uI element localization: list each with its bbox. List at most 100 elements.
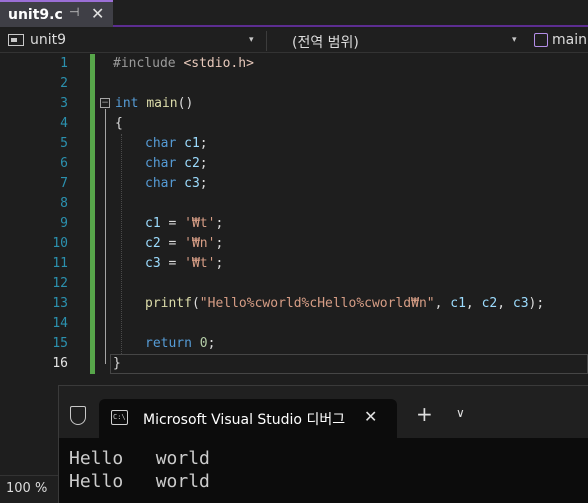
variable: c2 <box>145 236 161 251</box>
keyword: return <box>145 336 192 351</box>
line-number: 12 <box>52 276 68 291</box>
line-number: 7 <box>60 176 68 191</box>
document-tab-title: unit9.c <box>8 6 63 23</box>
navbar-divider <box>266 31 267 51</box>
code-line: #include <stdio.h> <box>113 54 254 74</box>
keyword: char <box>145 156 177 171</box>
punctuation: , <box>434 296 451 311</box>
preprocessor-directive: #include <box>113 56 184 71</box>
terminal-tab-title: Microsoft Visual Studio 디버그 <box>143 412 346 428</box>
char-literal: '₩t' <box>184 216 216 231</box>
keyword: char <box>145 136 177 151</box>
project-icon <box>8 34 24 46</box>
console-icon: C:\ <box>111 410 128 425</box>
close-icon[interactable]: ✕ <box>364 407 377 426</box>
punctuation: ; <box>199 176 208 191</box>
punctuation: ( <box>191 296 200 311</box>
document-tab-strip: unit9.c ⊣ ✕ <box>0 0 588 27</box>
scope-dropdown[interactable]: (전역 범위) <box>292 32 359 52</box>
line-number: 13 <box>52 296 68 311</box>
new-tab-plus-icon[interactable]: + <box>416 404 433 424</box>
variable: c1 <box>450 296 466 311</box>
member-dropdown-label: main <box>552 32 587 48</box>
include-header: <stdio.h> <box>183 56 254 71</box>
line-number: 2 <box>60 76 68 91</box>
code-line: char c1; <box>145 134 208 154</box>
punctuation: () <box>177 96 194 111</box>
variable: c2 <box>184 156 200 171</box>
line-number: 6 <box>60 156 68 171</box>
variable: c3 <box>512 296 529 311</box>
function-name: main <box>146 96 178 111</box>
navigation-bar: unit9 ▾ (전역 범위) ▾ main <box>0 29 588 53</box>
line-number: 8 <box>60 196 68 211</box>
chevron-down-icon[interactable]: ▾ <box>249 35 254 45</box>
variable: c3 <box>145 256 161 271</box>
pin-icon[interactable]: ⊣ <box>69 5 79 19</box>
punctuation: ; <box>207 336 216 351</box>
current-line-highlight <box>110 354 588 374</box>
console-output-line: Hello world <box>69 471 210 492</box>
function-call: printf <box>145 296 192 311</box>
code-line: { <box>115 116 123 131</box>
code-line: } <box>113 356 121 371</box>
code-line: c1 = '₩t'; <box>145 214 223 234</box>
line-number: 15 <box>52 336 68 351</box>
char-literal: '₩n' <box>184 236 216 251</box>
change-tracking-bar <box>90 54 95 374</box>
document-tab-unit9[interactable]: unit9.c ⊣ ✕ <box>0 0 113 27</box>
code-line: c3 = '₩t'; <box>145 254 223 274</box>
variable: c3 <box>184 176 200 191</box>
code-line: char c2; <box>145 154 208 174</box>
function-cube-icon <box>534 33 548 47</box>
chevron-down-icon[interactable]: ∨ <box>456 406 465 420</box>
punctuation: ; <box>215 236 224 251</box>
current-line-number: 16 <box>52 356 68 371</box>
punctuation: ; <box>215 216 224 231</box>
variable: c1 <box>184 136 200 151</box>
punctuation: ; <box>199 136 208 151</box>
fold-region-line <box>105 109 106 364</box>
shield-icon <box>70 406 86 425</box>
line-number: 1 <box>60 56 68 71</box>
indent-guide <box>121 134 122 354</box>
line-number: 4 <box>60 116 68 131</box>
number-literal: 0 <box>199 336 208 351</box>
chevron-down-icon[interactable]: ▾ <box>512 35 517 45</box>
member-dropdown[interactable]: main <box>534 32 587 48</box>
line-number: 11 <box>52 256 68 271</box>
code-editor[interactable]: 1 2 3 4 5 6 7 8 9 10 11 12 13 14 15 16 −… <box>0 54 588 374</box>
terminal-title-bar: C:\ Microsoft Visual Studio 디버그 ✕ + ∨ <box>59 386 588 438</box>
code-line: printf("Hello%cworld%cHello%cworld₩n", c… <box>145 294 544 314</box>
code-line: char c3; <box>145 174 208 194</box>
collapse-icon[interactable]: − <box>100 98 110 108</box>
punctuation: ; <box>215 256 224 271</box>
line-number: 10 <box>52 236 68 251</box>
project-dropdown-label: unit9 <box>30 32 67 48</box>
code-line: int main() <box>115 94 193 114</box>
debug-console-window[interactable]: C:\ Microsoft Visual Studio 디버그 ✕ + ∨ He… <box>58 385 588 503</box>
string-literal: "Hello%cworld%cHello%cworld₩n" <box>199 296 435 311</box>
line-number: 3 <box>60 96 68 111</box>
zoom-level-indicator[interactable]: 100 % <box>0 475 58 503</box>
console-output-line: Hello world <box>69 448 210 469</box>
code-line: return 0; <box>145 334 215 354</box>
operator: = <box>160 236 185 251</box>
line-number: 9 <box>60 216 68 231</box>
punctuation: , <box>465 296 482 311</box>
keyword: char <box>145 176 177 191</box>
line-number: 14 <box>52 316 68 331</box>
line-number: 5 <box>60 136 68 151</box>
close-tab-icon[interactable]: ✕ <box>91 4 104 23</box>
variable: c2 <box>481 296 498 311</box>
punctuation: ); <box>528 296 545 311</box>
project-dropdown[interactable]: unit9 <box>8 32 66 48</box>
operator: = <box>160 216 185 231</box>
punctuation: , <box>497 296 513 311</box>
punctuation: ; <box>199 156 208 171</box>
terminal-tab[interactable]: C:\ Microsoft Visual Studio 디버그 ✕ <box>99 399 397 438</box>
line-number-gutter: 1 2 3 4 5 6 7 8 9 10 11 12 13 14 15 16 <box>0 54 68 374</box>
char-literal: '₩t' <box>184 256 216 271</box>
variable: c1 <box>145 216 161 231</box>
keyword: int <box>115 96 139 111</box>
